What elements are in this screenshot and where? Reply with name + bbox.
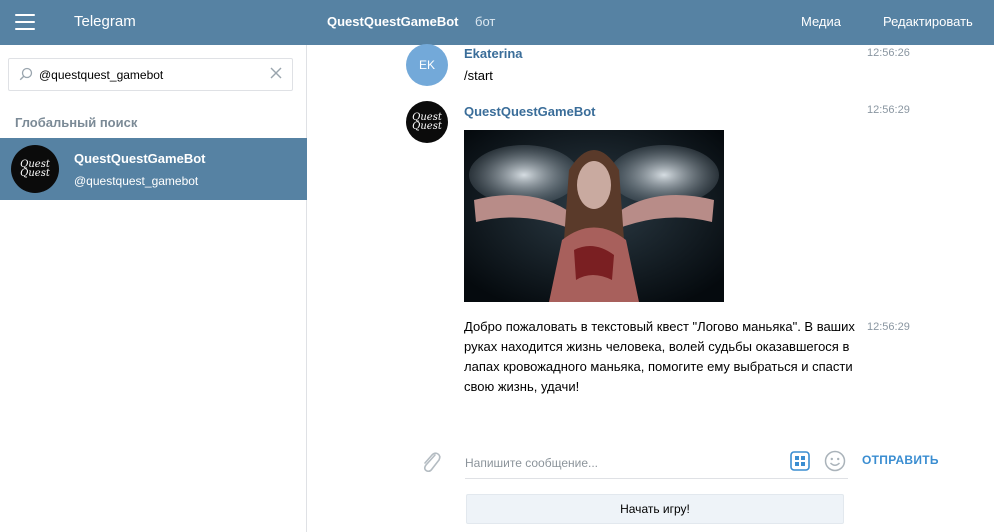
edit-button[interactable]: Редактировать <box>883 14 973 29</box>
paperclip-icon[interactable] <box>419 449 443 475</box>
avatar: Quest Quest <box>11 145 59 193</box>
search-field[interactable]: @questquest_gamebot <box>8 58 293 91</box>
message-line: свою жизнь, удачи! <box>464 379 580 394</box>
sidebar: @questquest_gamebot Глобальный поиск Que… <box>0 45 307 532</box>
message-line: руках находится жизнь человека, волей су… <box>464 339 850 354</box>
message-time: 12:56:26 <box>867 47 910 59</box>
app-title: Telegram <box>74 13 136 30</box>
message-text: /start <box>464 68 493 83</box>
message-time: 12:56:29 <box>867 321 910 333</box>
search-icon <box>19 67 33 81</box>
global-search-heading: Глобальный поиск <box>15 115 138 130</box>
chat-subtitle: бот <box>475 14 496 29</box>
message-sender[interactable]: QuestQuestGameBot <box>464 104 595 119</box>
emoji-icon[interactable] <box>824 450 846 472</box>
result-handle: @questquest_gamebot <box>74 174 199 188</box>
message-line: Добро пожаловать в текстовый квест "Лого… <box>464 319 855 334</box>
send-button[interactable]: ОТПРАВИТЬ <box>862 453 939 467</box>
bot-keyboard-icon[interactable] <box>790 451 810 471</box>
photo-image <box>464 130 724 302</box>
menu-icon[interactable] <box>15 14 35 30</box>
message-sender[interactable]: Ekaterina <box>464 46 523 61</box>
avatar[interactable]: EK <box>406 44 448 86</box>
message-time: 12:56:29 <box>867 104 910 116</box>
avatar[interactable]: Quest Quest <box>406 101 448 143</box>
chat-title[interactable]: QuestQuestGameBot <box>327 14 458 29</box>
media-button[interactable]: Медиа <box>801 14 841 29</box>
start-game-button[interactable]: Начать игру! <box>466 494 844 524</box>
message-text: Добро пожаловать в текстовый квест "Лого… <box>464 317 855 397</box>
search-result-item[interactable]: Quest Quest QuestQuestGameBot @questques… <box>0 138 307 200</box>
message-line: лапах кровожадного маньяка, помогите ему… <box>464 359 853 374</box>
top-header: Telegram QuestQuestGameBot бот Медиа Ред… <box>0 0 994 45</box>
message-photo[interactable] <box>464 130 724 302</box>
message-placeholder: Напишите сообщение... <box>465 456 599 470</box>
search-input[interactable]: @questquest_gamebot <box>39 68 163 82</box>
close-icon[interactable] <box>269 66 283 80</box>
result-name: QuestQuestGameBot <box>74 151 206 166</box>
